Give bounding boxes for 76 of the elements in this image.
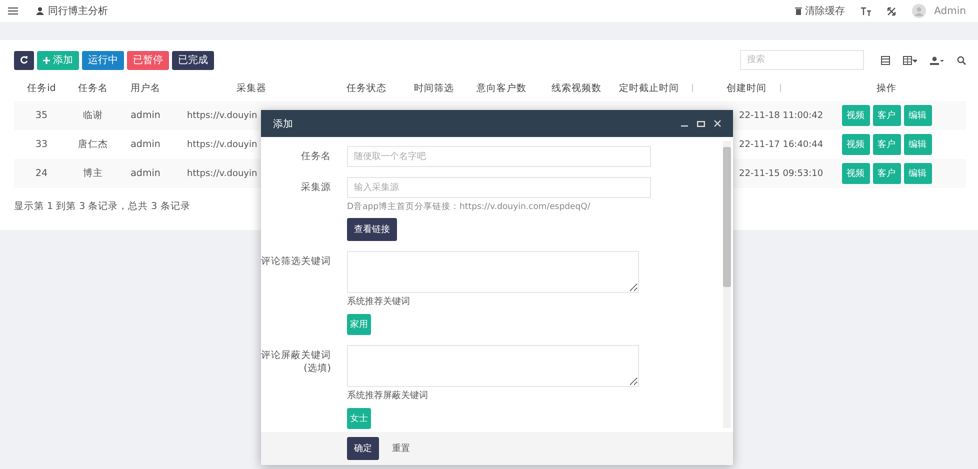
plus-icon (43, 56, 50, 64)
textarea-field[interactable] (347, 251, 639, 293)
row-action-button[interactable]: 编辑 (904, 163, 932, 184)
row-action-button[interactable]: 视频 (842, 105, 870, 126)
column-header: 采集器 (236, 82, 266, 94)
trash-icon (795, 7, 802, 15)
column-header: 时间筛选 (414, 82, 454, 94)
table-cell: admin (130, 110, 160, 121)
row-action-button[interactable]: 客户 (872, 134, 900, 155)
confirm-button[interactable]: 确定 (347, 437, 379, 460)
user-icon (36, 7, 44, 15)
table-cell: https://v.douyin (187, 110, 258, 120)
keyword-tag-button[interactable]: 家用 (347, 314, 371, 335)
table-cell: 35 (35, 110, 48, 121)
column-header: 任务状态 (346, 82, 386, 94)
table-cell: 临谢 (83, 110, 103, 121)
table-cell: 24 (35, 168, 48, 179)
keyword-tag-button[interactable]: 女士 (347, 408, 371, 429)
recommend-label: 系统推荐屏蔽关键词 (347, 390, 428, 402)
field-label: 评论筛选关键词 (261, 256, 331, 267)
table-cell: 22-11-18 11:00:42 (739, 110, 824, 120)
table-cell: https://v.douyin (187, 140, 258, 150)
field-hint: D音app博主首页分享链接：https://v.douyin.com/espdeqQ/ (347, 201, 590, 213)
pagination-info: 显示第 1 到第 3 条记录，总共 3 条记录 (14, 200, 190, 213)
table-cell: 博主 (83, 168, 103, 179)
page-title[interactable]: 同行博主分析 (48, 4, 108, 18)
search-field[interactable]: 搜索 (740, 50, 864, 70)
filter-button[interactable]: 运行中 (82, 50, 124, 70)
field-label: 任务名 (301, 151, 331, 162)
refresh-icon (20, 56, 28, 64)
recommend-label: 系统推荐关键词 (347, 296, 410, 308)
row-action-button[interactable]: 视频 (842, 163, 870, 184)
row-action-button[interactable]: 编辑 (904, 105, 932, 126)
field-label: 采集源 (301, 182, 331, 193)
translate-icon[interactable] (861, 6, 872, 16)
filter-button[interactable]: 已暂停 (127, 50, 169, 70)
maximize-icon[interactable] (697, 120, 705, 127)
table-cell: 唐仁杰 (78, 139, 108, 150)
row-action-button[interactable]: 客户 (872, 163, 900, 184)
menu-icon[interactable] (8, 7, 18, 15)
table-cell: 22-11-15 09:53:10 (739, 168, 824, 178)
clear-cache-link[interactable]: 清除缓存 (795, 4, 846, 18)
column-header: 操作 (876, 82, 896, 94)
column-header: 线索视频数 (552, 82, 602, 94)
export-dropdown-icon[interactable] (930, 56, 944, 64)
row-action-button[interactable]: 视频 (842, 134, 870, 155)
row-action-button[interactable]: 客户 (872, 105, 900, 126)
column-header: 意向客户数 (476, 82, 526, 94)
filter-button[interactable]: 已完成 (172, 50, 214, 70)
textarea-field[interactable] (347, 345, 639, 387)
row-action-button[interactable]: 编辑 (904, 134, 932, 155)
table-cell: admin (130, 139, 160, 150)
fullscreen-icon[interactable] (887, 6, 896, 16)
columns-dropdown-icon[interactable] (903, 56, 917, 64)
column-header: 定时截止时间 (619, 82, 679, 94)
scrollbar[interactable] (723, 141, 731, 428)
column-header: 创建时间 (726, 82, 766, 94)
column-header: 任务名 (78, 82, 108, 94)
close-icon[interactable] (714, 120, 721, 127)
reset-button[interactable]: 重置 (385, 437, 417, 460)
column-header: 用户名 (130, 82, 160, 94)
dialog-title: 添加 (273, 118, 293, 130)
input-field[interactable]: 随便取一个名字吧 (347, 146, 651, 167)
add-button[interactable]: 添加 (37, 50, 79, 70)
view-link-button[interactable]: 查看链接 (347, 218, 397, 241)
table-cell: 22-11-17 16:40:44 (739, 140, 824, 150)
search-icon[interactable] (957, 56, 966, 64)
table-cell: 33 (35, 139, 48, 150)
refresh-button[interactable] (14, 50, 34, 70)
input-field[interactable]: 输入采集源 (347, 177, 651, 198)
table-cell: https://v.douyin (187, 168, 258, 178)
column-header: 任务id (27, 82, 56, 94)
table-icon[interactable] (881, 56, 890, 64)
user-name[interactable]: Admin (934, 6, 966, 16)
table-cell: admin (130, 168, 160, 179)
field-label: 评论屏蔽关键词(选填) (261, 350, 331, 374)
